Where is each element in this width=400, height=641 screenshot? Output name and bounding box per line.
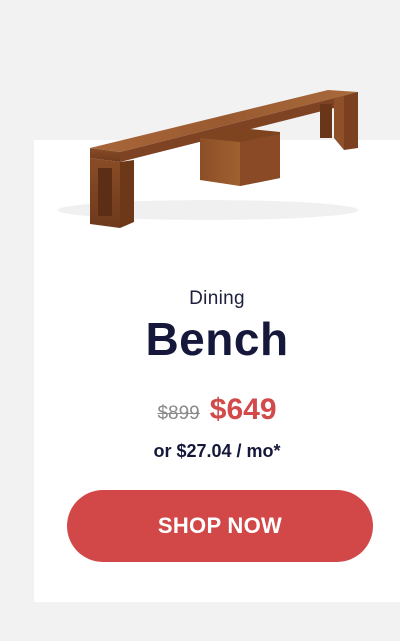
price-row: $899 $649 <box>34 393 400 427</box>
product-category: Dining <box>189 288 245 309</box>
product-title[interactable]: Bench <box>34 312 400 366</box>
sale-price: $649 <box>209 393 277 426</box>
page: Dining Bench $899 $649 or $27.04 / mo* S… <box>0 0 400 641</box>
monthly-payment: or $27.04 / mo* <box>153 441 281 461</box>
original-price: $899 <box>157 403 200 424</box>
bench-image[interactable] <box>58 82 364 232</box>
shop-now-button[interactable]: SHOP NOW <box>67 490 373 562</box>
